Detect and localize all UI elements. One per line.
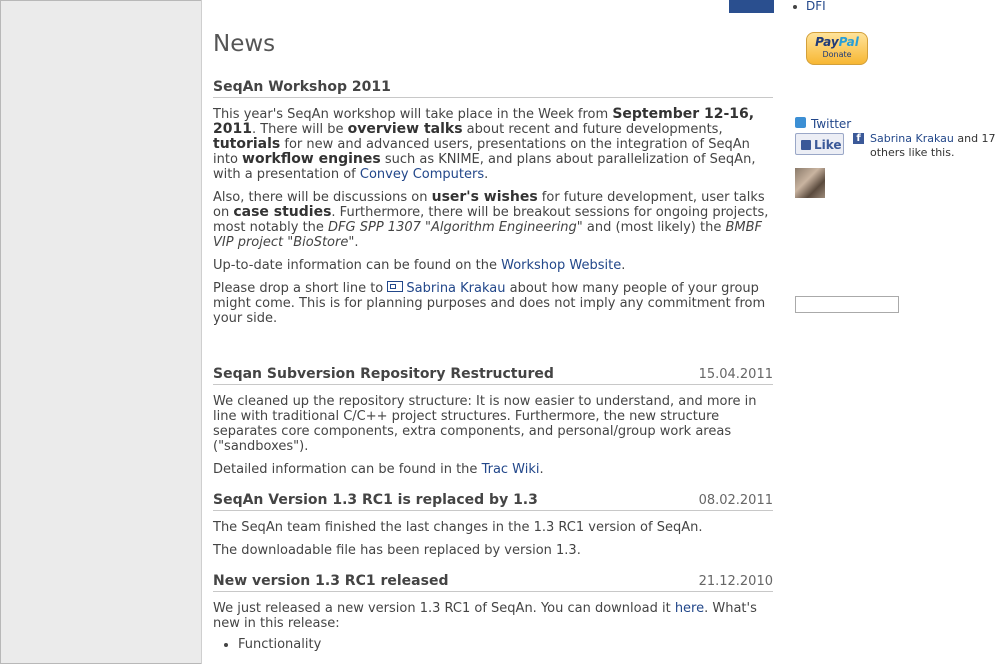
facebook-like-summary: Sabrina Krakau and 17 others like this. (870, 132, 996, 159)
fb-friend-link[interactable]: Sabrina Krakau (870, 132, 954, 145)
avatar[interactable] (795, 168, 825, 198)
article-title: SeqAn Workshop 2011 (213, 79, 391, 95)
email-sabrina-link[interactable]: Sabrina Krakau (387, 281, 506, 296)
article-rc1: New version 1.3 RC1 released 21.12.2010 … (213, 573, 773, 652)
thumbs-up-icon (801, 140, 811, 150)
article-paragraph: Also, there will be discussions on user'… (213, 189, 769, 251)
page-title: News (213, 31, 276, 57)
paypal-donate-button[interactable]: PayPal Donate (806, 32, 868, 65)
trac-wiki-link[interactable]: Trac Wiki (482, 462, 540, 477)
article-header: SeqAn Workshop 2011 (213, 79, 773, 98)
article-title: SeqAn Version 1.3 RC1 is replaced by 1.3 (213, 492, 538, 508)
article-workshop: SeqAn Workshop 2011 This year's SeqAn wo… (213, 79, 773, 326)
sidebar (784, 0, 1007, 664)
article-date: 21.12.2010 (698, 574, 773, 589)
mail-icon (387, 281, 404, 292)
dfi-link[interactable]: DFI (793, 0, 826, 13)
article-paragraph: The downloadable file has been replaced … (213, 543, 581, 558)
article-paragraph: The SeqAn team finished the last changes… (213, 520, 703, 535)
article-date: 15.04.2011 (698, 367, 773, 382)
feature-list: Functionality (213, 637, 773, 652)
article-header: Seqan Subversion Repository Restructured… (213, 366, 773, 385)
download-here-link[interactable]: here (675, 601, 704, 616)
convey-computers-link[interactable]: Convey Computers (360, 167, 484, 182)
facebook-icon: f (853, 133, 864, 144)
twitter-link[interactable]: Twitter (811, 117, 851, 131)
article-header: New version 1.3 RC1 released 21.12.2010 (213, 573, 773, 592)
article-paragraph: We cleaned up the repository structure: … (213, 394, 757, 454)
workshop-website-link[interactable]: Workshop Website (501, 258, 621, 273)
article-paragraph: We just released a new version 1.3 RC1 o… (213, 601, 757, 631)
donate-label: Donate (822, 50, 852, 59)
sidebar-input[interactable] (795, 296, 899, 313)
paypal-logo: PayPal (815, 35, 859, 49)
article-paragraph: Detailed information can be found in the… (213, 462, 544, 477)
banner-image (729, 0, 774, 13)
list-item: Functionality (238, 637, 773, 652)
article-header: SeqAn Version 1.3 RC1 is replaced by 1.3… (213, 492, 773, 511)
article-svn: Seqan Subversion Repository Restructured… (213, 366, 773, 477)
article-title: New version 1.3 RC1 released (213, 573, 449, 589)
article-date: 08.02.2011 (698, 493, 773, 508)
twitter-icon (795, 117, 806, 128)
article-paragraph: Please drop a short line to Sabrina Krak… (213, 281, 766, 326)
article-v13: SeqAn Version 1.3 RC1 is replaced by 1.3… (213, 492, 773, 558)
facebook-like-button[interactable]: Like (795, 133, 844, 155)
article-paragraph: This year's SeqAn workshop will take pla… (213, 106, 756, 183)
article-title: Seqan Subversion Repository Restructured (213, 366, 554, 382)
main-content: News SeqAn Workshop 2011 This year's Seq… (201, 0, 785, 664)
article-paragraph: Up-to-date information can be found on t… (213, 258, 626, 273)
